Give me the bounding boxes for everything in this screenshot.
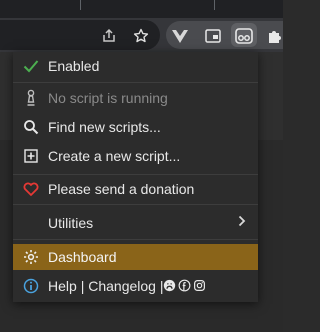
- script-status: No script is running: [13, 85, 258, 111]
- donation-item[interactable]: Please send a donation: [13, 176, 258, 202]
- plus-square-icon: [21, 146, 41, 166]
- utilities-item[interactable]: Utilities: [13, 210, 258, 236]
- chevron-right-icon: [238, 214, 246, 230]
- extensions-puzzle-icon[interactable]: [265, 26, 285, 46]
- check-icon: [21, 56, 41, 76]
- status-label: No script is running: [48, 90, 168, 106]
- changelog-link[interactable]: Changelog: [88, 278, 156, 294]
- donation-label: Please send a donation: [48, 181, 195, 197]
- help-row: Help | Changelog |: [13, 273, 258, 299]
- enabled-label: Enabled: [48, 58, 100, 74]
- create-script-label: Create a new script...: [48, 148, 181, 164]
- separator: [13, 82, 258, 83]
- separator: [13, 174, 258, 175]
- github-icon[interactable]: [163, 279, 176, 295]
- facebook-icon[interactable]: [178, 279, 191, 295]
- instagram-icon[interactable]: [193, 279, 206, 295]
- tab-divider: [214, 0, 215, 10]
- vue-devtools-icon[interactable]: [170, 26, 190, 46]
- find-scripts-label: Find new scripts...: [48, 119, 161, 135]
- find-scripts-item[interactable]: Find new scripts...: [13, 114, 258, 140]
- search-icon: [21, 117, 41, 137]
- dashboard-item[interactable]: Dashboard: [13, 244, 258, 270]
- info-icon: [21, 276, 41, 296]
- help-link[interactable]: Help: [48, 278, 77, 294]
- utilities-label: Utilities: [48, 215, 94, 231]
- dashboard-label: Dashboard: [48, 249, 117, 265]
- separator: [13, 204, 258, 205]
- tab-divider: [80, 0, 81, 10]
- separator: [13, 239, 258, 240]
- chess-pawn-icon: [21, 88, 41, 108]
- heart-icon: [21, 179, 41, 199]
- enabled-toggle[interactable]: Enabled: [13, 53, 258, 79]
- create-script-item[interactable]: Create a new script...: [13, 143, 258, 169]
- bookmark-star-icon[interactable]: [131, 26, 151, 46]
- help-links: Help | Changelog |: [48, 278, 206, 295]
- share-icon[interactable]: [99, 26, 119, 46]
- link-separator: |: [80, 278, 85, 294]
- tab-strip: [0, 0, 283, 18]
- picture-in-picture-icon[interactable]: [203, 26, 223, 46]
- tampermonkey-menu: Enabled No script is running Find new sc…: [13, 52, 258, 302]
- gear-icon: [21, 247, 41, 267]
- tampermonkey-icon[interactable]: [234, 26, 254, 46]
